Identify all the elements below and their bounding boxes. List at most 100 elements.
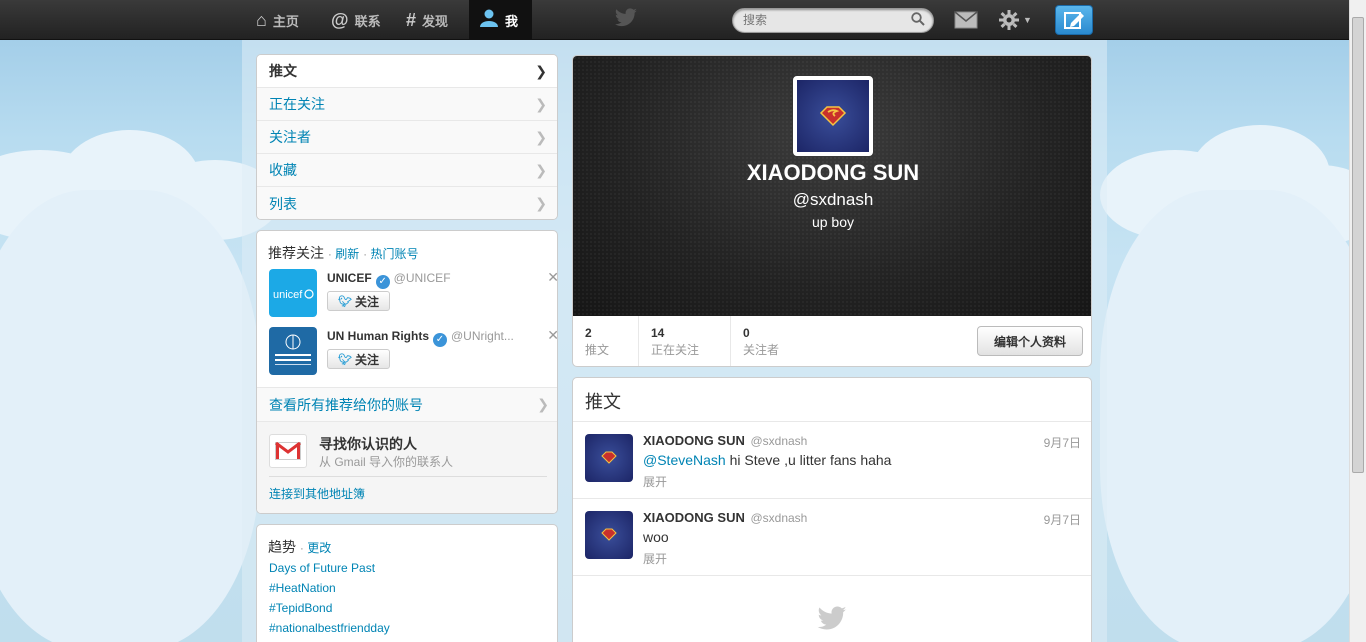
unicef-avatar[interactable]: unicef (269, 269, 317, 317)
dismiss-icon[interactable]: ✕ (547, 327, 557, 344)
nav-me[interactable]: 我 (469, 0, 532, 40)
chevron-right-icon: ❯ (535, 62, 547, 79)
stat-tweets[interactable]: 2 推文 (573, 316, 639, 366)
tweet-timestamp[interactable]: 9月7日 (1044, 434, 1081, 451)
messages-button[interactable] (954, 11, 978, 32)
tweet-author-screen-name: @sxdnash (750, 511, 808, 525)
suggested-user: unicef UNICEF ✓ @UNICEF 🐦︎ 关注 ✕ (269, 269, 557, 319)
stat-number: 2 (585, 326, 592, 340)
profile-avatar[interactable] (793, 76, 873, 156)
tweet-body: woo (643, 529, 669, 545)
profile-nav-tweets[interactable]: 推文 ❯ (257, 55, 557, 88)
follow-button-label: 关注 (354, 294, 379, 309)
trend-item[interactable]: #TepidBond (269, 601, 332, 615)
nav-home[interactable]: ⌂ 主页 (246, 0, 309, 40)
tweet-avatar[interactable] (585, 511, 633, 559)
gear-icon (999, 10, 1019, 30)
refresh-link[interactable]: 刷新 (335, 247, 359, 261)
tweet-author-name: XIAODONG SUN (643, 510, 745, 525)
nav-home-label: 主页 (272, 13, 299, 29)
connect-other-address-book-link[interactable]: 连接到其他地址簿 (269, 485, 365, 502)
gmail-icon[interactable] (269, 434, 307, 468)
stat-number: 14 (651, 326, 665, 340)
tweet-text: woo (643, 529, 669, 545)
suggested-user-name: UNICEF (327, 271, 372, 285)
stat-followers[interactable]: 0 关注者 (731, 316, 821, 366)
tweet-author[interactable]: XIAODONG SUN @sxdnash (643, 510, 807, 525)
hash-icon: # (406, 9, 417, 30)
profile-nav-module: 推文 ❯ 正在关注 ❯ 关注者 ❯ 收藏 ❯ 列表 ❯ (256, 54, 558, 220)
popular-accounts-link[interactable]: 热门账号 (370, 247, 418, 261)
chevron-right-icon: ❯ (535, 95, 547, 112)
trends-header: 趋势 · 更改 (268, 539, 332, 555)
tweet-author-name: XIAODONG SUN (643, 433, 745, 448)
tweet-avatar[interactable] (585, 434, 633, 482)
search-box[interactable] (732, 8, 934, 33)
find-friends-section: 寻找你认识的人 从 Gmail 导入你的联系人 连接到其他地址簿 (257, 421, 557, 513)
change-trends-link[interactable]: 更改 (307, 541, 331, 555)
page-scrollbar[interactable] (1349, 0, 1366, 642)
chevron-right-icon: ❯ (535, 128, 547, 145)
who-to-follow-title: 推荐关注 (268, 245, 324, 261)
profile-nav-label: 列表 (269, 195, 297, 212)
who-to-follow-header: 推荐关注 · 刷新 · 热门账号 (268, 245, 419, 261)
compose-tweet-button[interactable] (1055, 5, 1093, 35)
dismiss-icon[interactable]: ✕ (547, 269, 557, 286)
stat-label: 推文 (585, 343, 610, 357)
scrollbar-thumb[interactable] (1352, 17, 1364, 473)
find-friends-title[interactable]: 寻找你认识的人 (319, 434, 417, 454)
envelope-icon (954, 11, 978, 29)
profile-card: XIAODONG SUN @sxdnash up boy 2 推文 14 正在关… (572, 55, 1092, 367)
search-input[interactable] (743, 9, 913, 31)
profile-name: XIAODONG SUN (746, 160, 920, 185)
chevron-right-icon: ❯ (535, 195, 547, 211)
search-icon[interactable] (911, 12, 925, 29)
follow-button-label: 关注 (354, 352, 379, 367)
tweet-author-screen-name: @sxdnash (750, 434, 808, 448)
top-navigation-bar: ⌂ 主页 @ 联系 # 发现 我 ▼ (0, 0, 1349, 40)
tweet-item[interactable]: XIAODONG SUN @sxdnash 9月7日 @SteveNash hi… (573, 422, 1091, 499)
compose-icon (1064, 12, 1084, 29)
tweet-mention-link[interactable]: @SteveNash (643, 452, 726, 468)
trend-item[interactable]: #HeatNation (269, 581, 336, 595)
suggested-user-name-row[interactable]: UNICEF ✓ @UNICEF (327, 271, 451, 289)
profile-handle: @sxdnash (792, 190, 874, 209)
suggested-user-name-row[interactable]: UN Human Rights ✓ @UNright... (327, 329, 514, 347)
profile-nav-favorites[interactable]: 收藏 ❯ (257, 154, 557, 187)
tweet-timestamp[interactable]: 9月7日 (1044, 511, 1081, 528)
profile-nav-followers[interactable]: 关注者 ❯ (257, 121, 557, 154)
tweet-body: hi Steve ,u litter fans haha (725, 452, 892, 468)
view-all-suggestions-link[interactable]: 查看所有推荐给你的账号 ❯ (257, 387, 557, 421)
nav-discover[interactable]: # 发现 (396, 0, 458, 40)
caret-down-icon: ▼ (1023, 15, 1032, 25)
trend-item[interactable]: #nationalbestfriendday (269, 621, 390, 635)
suggested-user-screen-name: @UNICEF (393, 271, 451, 285)
suggested-user: UN Human Rights ✓ @UNright... 🐦︎ 关注 ✕ (269, 327, 557, 377)
profile-nav-following[interactable]: 正在关注 ❯ (257, 88, 557, 121)
nav-connect[interactable]: @ 联系 (321, 0, 391, 40)
settings-menu-button[interactable]: ▼ (998, 9, 1032, 31)
svg-text:unicef: unicef (273, 289, 303, 301)
follow-button[interactable]: 🐦︎ 关注 (327, 291, 390, 311)
profile-stats: 2 推文 14 正在关注 0 关注者 编辑个人资料 (573, 316, 1091, 366)
tweet-author[interactable]: XIAODONG SUN @sxdnash (643, 433, 807, 448)
edit-profile-button[interactable]: 编辑个人资料 (977, 326, 1083, 356)
follow-button[interactable]: 🐦︎ 关注 (327, 349, 390, 369)
twitter-bird-logo[interactable] (614, 8, 638, 31)
bird-icon: 🐦︎ (338, 295, 352, 308)
profile-nav-label: 正在关注 (269, 96, 325, 112)
nav-connect-label: 联系 (354, 13, 381, 29)
trend-item[interactable]: Days of Future Past (269, 561, 375, 575)
chevron-right-icon: ❯ (537, 396, 549, 412)
tweet-expand-link[interactable]: 展开 (643, 550, 667, 567)
profile-nav-lists[interactable]: 列表 ❯ (257, 187, 557, 219)
profile-nav-label: 关注者 (269, 129, 311, 145)
view-all-suggestions-label: 查看所有推荐给你的账号 (269, 396, 423, 413)
nav-me-label: 我 (505, 13, 519, 29)
stat-following[interactable]: 14 正在关注 (639, 316, 731, 366)
suggested-user-screen-name: @UNright... (451, 329, 514, 343)
profile-nav-label: 推文 (269, 63, 297, 79)
tweet-expand-link[interactable]: 展开 (643, 473, 667, 490)
un-human-rights-avatar[interactable] (269, 327, 317, 375)
tweet-item[interactable]: XIAODONG SUN @sxdnash 9月7日 woo 展开 (573, 499, 1091, 576)
